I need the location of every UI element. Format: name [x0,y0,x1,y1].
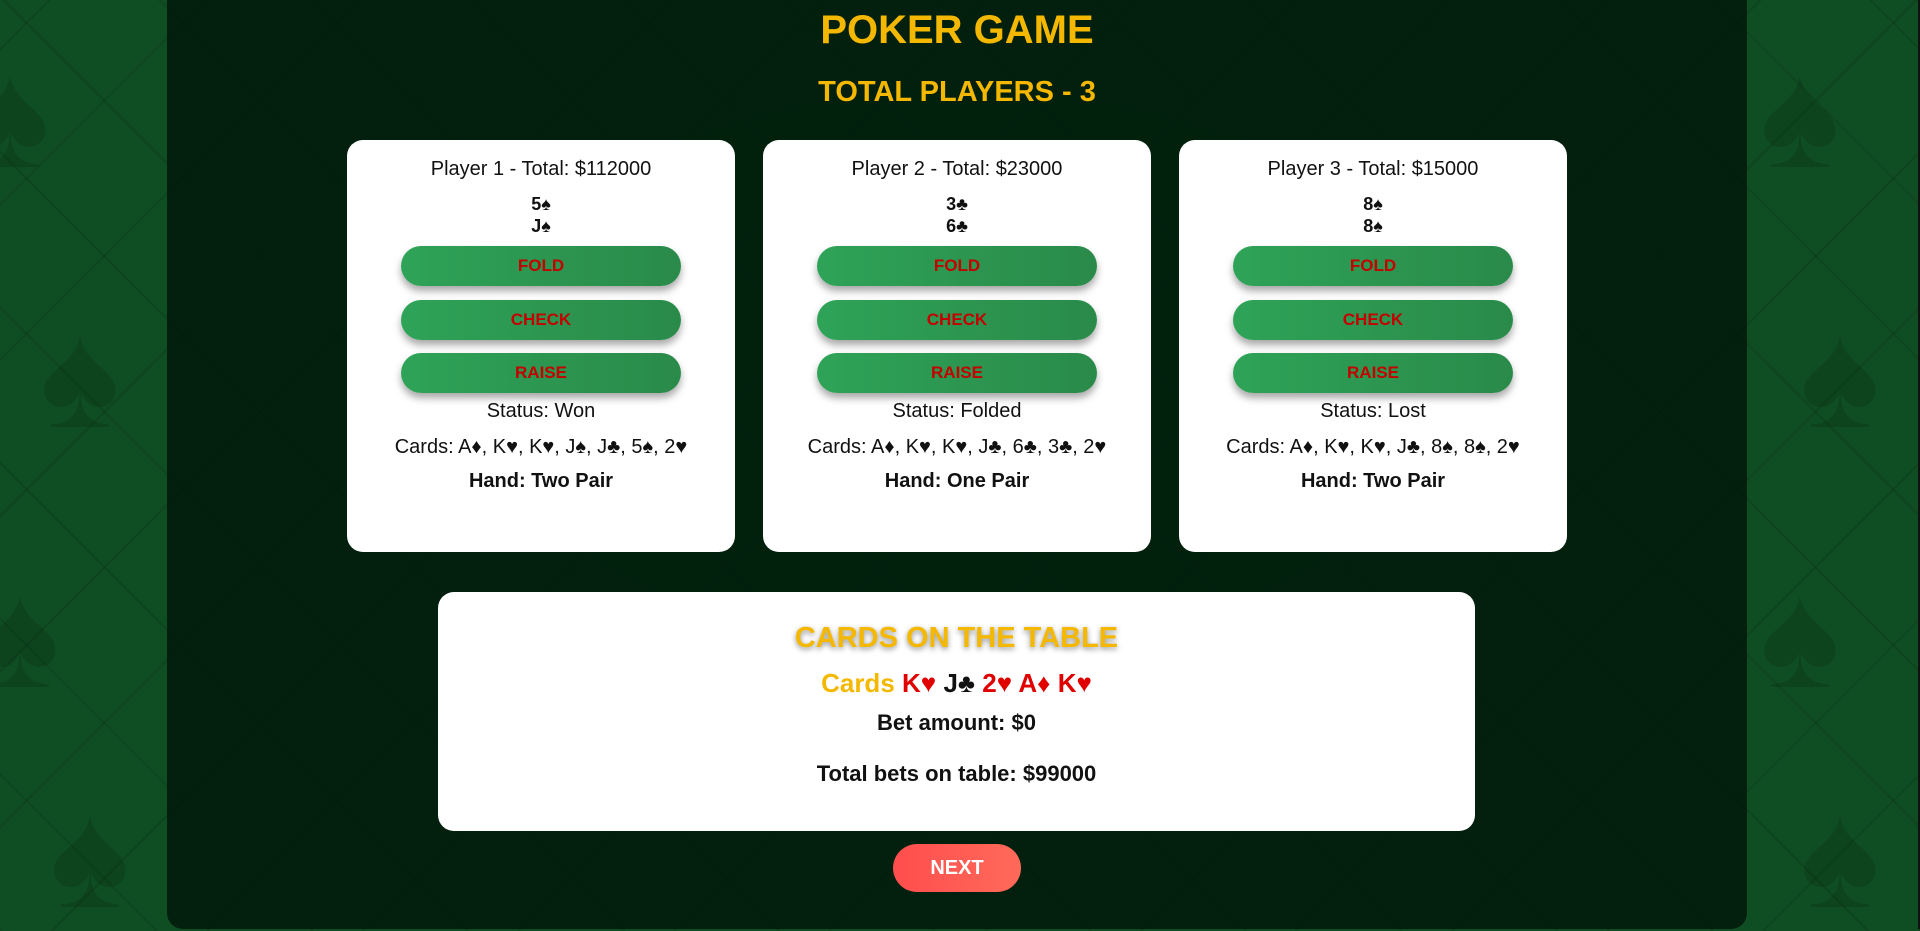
bet-amount: Bet amount: $0 [877,710,1036,735]
raise-button[interactable]: RAISE [401,353,681,393]
table-panel: CARDS ON THE TABLE Cards K♥ J♣ 2♥ A♦ K♥ … [438,592,1475,831]
spade-pattern-icon: ♠ [1760,551,1840,719]
player-cards: Cards: A♦, K♥, K♥, J♣, 6♣, 3♣, 2♥ [807,436,1107,458]
fold-button[interactable]: FOLD [817,246,1097,286]
fold-button[interactable]: FOLD [401,246,681,286]
hole-card: 8♠ [1363,194,1383,214]
hole-card: 8♠ [1363,216,1383,236]
community-card: J♣ [943,668,975,698]
check-button[interactable]: CHECK [1233,300,1513,340]
spade-pattern-icon: ♠ [1800,291,1880,459]
check-button[interactable]: CHECK [817,300,1097,340]
community-card: 2♥ [982,668,1013,698]
spade-pattern-icon: ♠ [0,551,60,719]
spade-pattern-icon: ♠ [1760,31,1840,199]
player-hand: Hand: Two Pair [1300,470,1446,492]
player-card-3: Player 3 - Total: $15000 8♠ 8♠ FOLD CHEC… [1179,140,1567,552]
community-card: K♥ [1057,668,1092,698]
raise-button[interactable]: RAISE [1233,353,1513,393]
check-button[interactable]: CHECK [401,300,681,340]
hole-card: 3♣ [946,194,968,214]
players-row: Player 1 - Total: $112000 5♠ J♠ FOLD CHE… [347,140,1567,552]
total-players-heading: TOTAL PLAYERS - 3 [818,76,1096,108]
community-cards: Cards K♥ J♣ 2♥ A♦ K♥ [438,668,1475,699]
spade-pattern-icon: ♠ [0,31,50,199]
player-status: Status: Lost [1320,400,1426,422]
community-card: A♦ [1018,668,1051,698]
spade-pattern-icon: ♠ [1800,771,1880,931]
community-cards-label: Cards [821,668,895,698]
player-title: Player 2 - Total: $23000 [851,158,1063,180]
hole-card: J♠ [531,216,551,236]
player-cards: Cards: A♦, K♥, K♥, J♠, J♣, 5♠, 2♥ [394,436,688,458]
table-title: CARDS ON THE TABLE [794,622,1119,654]
hole-card: 6♣ [946,216,968,236]
page-title: POKER GAME [820,8,1094,52]
player-title: Player 1 - Total: $112000 [430,158,652,180]
total-bets: Total bets on table: $99000 [816,761,1097,786]
next-button[interactable]: NEXT [893,844,1021,892]
player-status: Status: Folded [892,400,1022,422]
player-status: Status: Won [486,400,596,422]
hole-card: 5♠ [531,194,551,214]
fold-button[interactable]: FOLD [1233,246,1513,286]
player-hand: Hand: Two Pair [468,470,614,492]
game-container: POKER GAME TOTAL PLAYERS - 3 Player 1 - … [167,0,1747,929]
community-card: K♥ [902,668,937,698]
spade-pattern-icon: ♠ [40,291,120,459]
player-hand: Hand: One Pair [884,470,1030,492]
spade-pattern-icon: ♠ [50,771,130,931]
raise-button[interactable]: RAISE [817,353,1097,393]
player-card-1: Player 1 - Total: $112000 5♠ J♠ FOLD CHE… [347,140,735,552]
player-cards: Cards: A♦, K♥, K♥, J♣, 8♠, 8♠, 2♥ [1226,436,1520,458]
player-card-2: Player 2 - Total: $23000 3♣ 6♣ FOLD CHEC… [763,140,1151,552]
player-title: Player 3 - Total: $15000 [1267,158,1479,180]
